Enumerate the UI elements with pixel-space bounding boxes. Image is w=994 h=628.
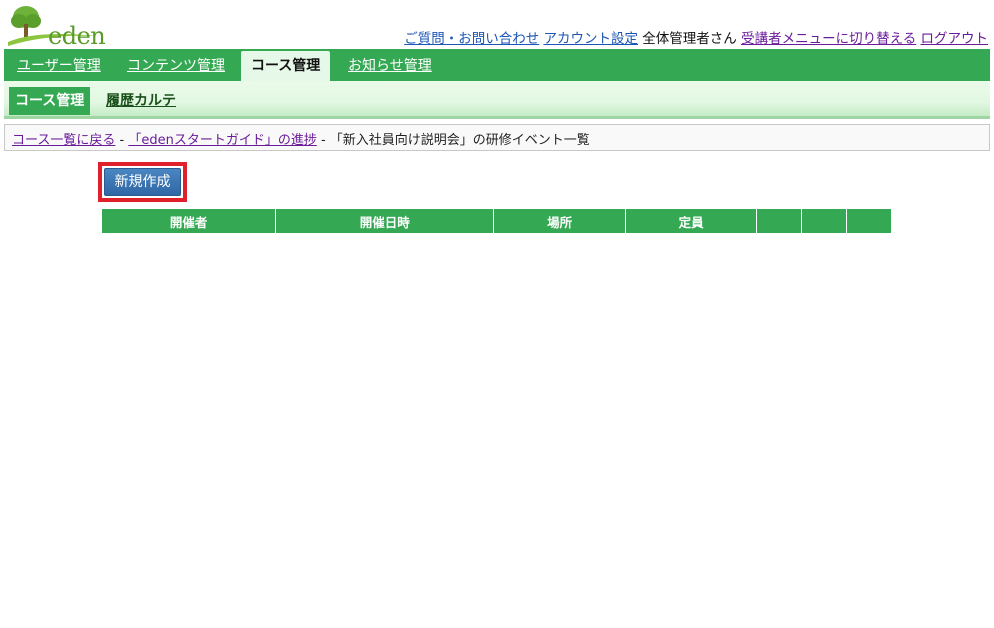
breadcrumb-back-to-courses[interactable]: コース一覧に戻る [12,133,115,148]
tab-user-management[interactable]: ユーザー管理 [17,49,101,81]
column-location[interactable]: 場所 [493,209,627,233]
logout-link[interactable]: ログアウト [921,31,989,47]
subnav-course-management[interactable]: コース管理 [9,87,91,115]
breadcrumb: コース一覧に戻る - 「edenスタートガイド」の進捗 - 「新入社員向け説明会… [4,124,990,151]
new-create-button[interactable]: 新規作成 [104,168,181,196]
switch-learner-menu-link[interactable]: 受講者メニューに切り替える [741,31,916,47]
breadcrumb-separator: - [316,133,330,148]
table-header-row: 開催者 開催日時 場所 定員 [102,209,893,233]
logo-text: eden [48,22,106,50]
column-action-1 [756,209,803,233]
user-name: 全体管理者さん [642,31,737,47]
new-button-highlight: 新規作成 [98,162,187,202]
tab-course-management[interactable]: コース管理 [241,51,331,81]
sub-nav: コース管理 履歴カルテ [4,81,990,119]
top-links: ご質問・お問い合わせ アカウント設定 全体管理者さん 受講者メニューに切り替える… [404,27,988,47]
column-action-2 [801,209,847,233]
breadcrumb-progress-link[interactable]: 「edenスタートガイド」の進捗 [128,133,317,148]
eden-logo[interactable]: eden [6,4,106,50]
main-nav: ユーザー管理 コンテンツ管理 コース管理 お知らせ管理 [4,49,990,81]
events-table: 開催者 開催日時 場所 定員 [102,209,893,233]
tab-notice-management[interactable]: お知らせ管理 [348,49,432,81]
breadcrumb-current: 「新入社員向け説明会」の研修イベント一覧 [329,133,590,148]
column-datetime[interactable]: 開催日時 [275,209,495,233]
breadcrumb-separator: - [115,133,129,148]
header: eden ご質問・お問い合わせ アカウント設定 全体管理者さん 受講者メニューに… [0,0,994,50]
column-organizer[interactable]: 開催者 [102,209,277,233]
tab-content-management[interactable]: コンテンツ管理 [127,49,225,81]
subnav-history-karte[interactable]: 履歴カルテ [106,87,176,115]
column-action-3 [845,209,893,233]
faq-link[interactable]: ご質問・お問い合わせ [404,31,539,47]
column-capacity[interactable]: 定員 [625,209,758,233]
account-settings-link[interactable]: アカウント設定 [544,31,639,47]
